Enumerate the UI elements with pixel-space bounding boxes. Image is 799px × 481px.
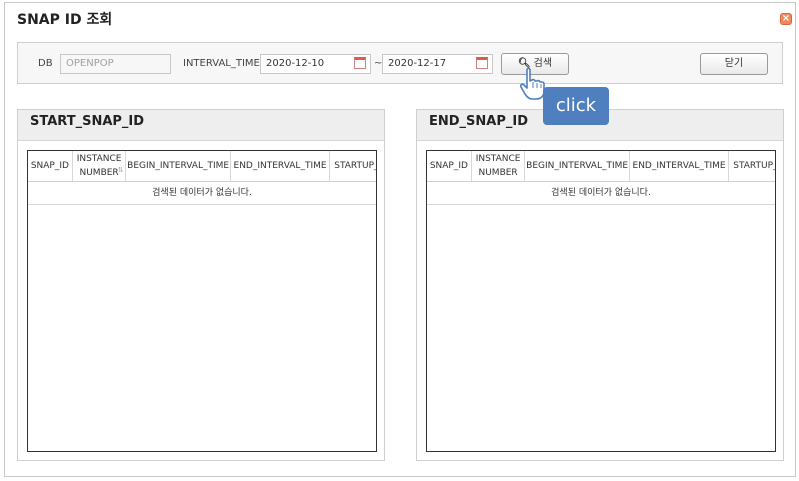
col-number-label: NUMBER bbox=[478, 168, 518, 178]
sort-icon[interactable]: ⇅ bbox=[118, 163, 124, 177]
start-snap-grid[interactable]: SNAP_ID INSTANCE NUMBER ⇅ BEGIN_INTERVAL… bbox=[27, 150, 377, 452]
empty-message: 검색된 데이터가 없습니다. bbox=[427, 182, 775, 205]
calendar-icon[interactable] bbox=[476, 57, 488, 69]
col-instance-number[interactable]: INSTANCE NUMBER bbox=[472, 151, 526, 181]
empty-message: 검색된 데이터가 없습니다. bbox=[28, 182, 376, 205]
col-begin-interval-time[interactable]: BEGIN_INTERVAL_TIME bbox=[126, 151, 231, 181]
close-icon[interactable]: × bbox=[780, 13, 792, 25]
db-label: DB bbox=[38, 58, 53, 69]
col-instance-number[interactable]: INSTANCE NUMBER ⇅ bbox=[73, 151, 127, 181]
end-snap-grid[interactable]: SNAP_ID INSTANCE NUMBER BEGIN_INTERVAL_T… bbox=[426, 150, 776, 452]
col-snap-id[interactable]: SNAP_ID bbox=[28, 151, 73, 181]
col-snap-id[interactable]: SNAP_ID bbox=[427, 151, 472, 181]
dialog-title: SNAP ID 조회 bbox=[17, 12, 113, 28]
grid-header: SNAP_ID INSTANCE NUMBER BEGIN_INTERVAL_T… bbox=[427, 151, 775, 182]
col-begin-interval-time[interactable]: BEGIN_INTERVAL_TIME bbox=[525, 151, 630, 181]
col-instance-label: INSTANCE bbox=[76, 154, 122, 164]
start-snap-panel: START_SNAP_ID SNAP_ID INSTANCE NUMBER ⇅ … bbox=[17, 109, 385, 461]
col-instance-label: INSTANCE bbox=[475, 154, 521, 164]
col-startup[interactable]: STARTUP_ bbox=[729, 151, 775, 181]
col-end-interval-time[interactable]: END_INTERVAL_TIME bbox=[630, 151, 730, 181]
interval-time-label: INTERVAL_TIME bbox=[183, 58, 260, 69]
db-field: OPENPOP bbox=[60, 54, 171, 74]
calendar-icon[interactable] bbox=[354, 57, 366, 69]
end-snap-panel: END_SNAP_ID SNAP_ID INSTANCE NUMBER BEGI… bbox=[416, 109, 784, 461]
start-panel-title: START_SNAP_ID bbox=[18, 110, 384, 141]
close-button[interactable]: 닫기 bbox=[700, 53, 768, 75]
col-number-label: NUMBER bbox=[79, 168, 119, 178]
grid-header: SNAP_ID INSTANCE NUMBER ⇅ BEGIN_INTERVAL… bbox=[28, 151, 376, 182]
col-end-interval-time[interactable]: END_INTERVAL_TIME bbox=[231, 151, 331, 181]
col-startup[interactable]: STARTUP_ bbox=[330, 151, 376, 181]
click-tooltip: click bbox=[543, 87, 609, 125]
